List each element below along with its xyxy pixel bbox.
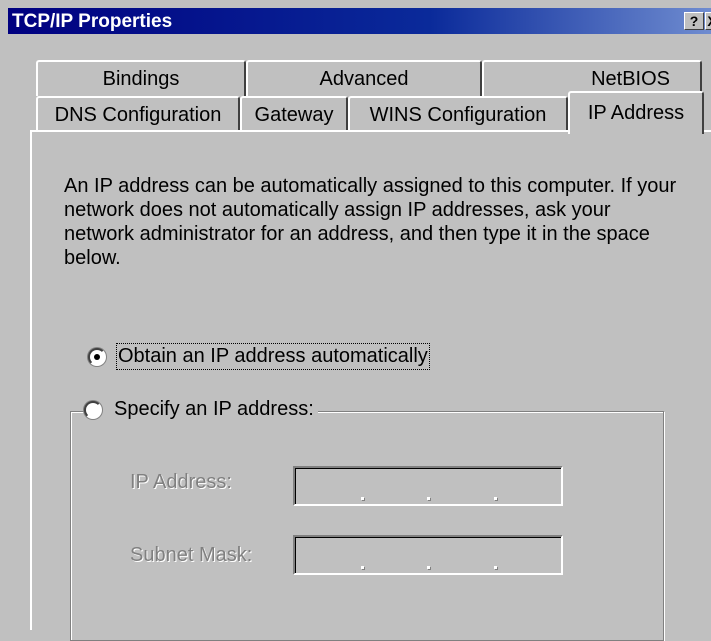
tab-bindings[interactable]: Bindings <box>36 60 246 96</box>
help-icon: ? <box>689 13 699 29</box>
specify-ip-radio[interactable] <box>84 400 102 419</box>
window-title: TCP/IP Properties <box>12 11 173 32</box>
ip-octet-3[interactable] <box>428 468 497 504</box>
specify-ip-option[interactable]: Specify an IP address: <box>84 398 318 421</box>
tab-label: NetBIOS <box>591 67 670 90</box>
tab-label: WINS Configuration <box>369 103 547 126</box>
tab-label: IP Address <box>587 102 685 124</box>
tcpip-properties-dialog: TCP/IP Properties ? X Bindings Advanced … <box>0 0 711 641</box>
close-icon: X <box>707 13 711 29</box>
tab-label: Bindings <box>102 67 180 90</box>
obtain-ip-radio[interactable] <box>88 347 106 366</box>
mask-octet-4[interactable] <box>495 537 562 573</box>
tab-wins-configuration[interactable]: WINS Configuration <box>348 96 568 132</box>
ip-address-field[interactable] <box>293 466 563 506</box>
tab-ip-address[interactable]: IP Address <box>568 91 704 134</box>
title-bar[interactable]: TCP/IP Properties ? X <box>8 8 711 34</box>
obtain-ip-automatically-option[interactable]: Obtain an IP address automatically <box>88 343 430 370</box>
tab-label: Gateway <box>254 103 334 126</box>
mask-octet-1[interactable] <box>295 537 364 573</box>
mask-octet-2[interactable] <box>362 537 430 573</box>
tab-label: DNS Configuration <box>54 103 222 126</box>
close-button[interactable]: X <box>705 12 711 30</box>
specify-ip-label: Specify an IP address: <box>114 398 314 420</box>
subnet-mask-field[interactable] <box>293 535 563 575</box>
ip-octet-1[interactable] <box>295 468 364 504</box>
help-button[interactable]: ? <box>684 12 704 30</box>
obtain-ip-label: Obtain an IP address automatically <box>116 343 430 370</box>
tab-gateway[interactable]: Gateway <box>240 96 348 132</box>
mask-octet-3[interactable] <box>428 537 497 573</box>
subnet-mask-label: Subnet Mask: <box>130 544 253 566</box>
description-text: An IP address can be automatically assig… <box>64 175 677 269</box>
ip-octet-2[interactable] <box>362 468 430 504</box>
tab-dns-configuration[interactable]: DNS Configuration <box>36 96 240 132</box>
tab-label: Advanced <box>319 67 409 90</box>
specify-ip-groupbox <box>70 411 664 641</box>
tab-advanced[interactable]: Advanced <box>246 60 482 96</box>
ip-octet-4[interactable] <box>495 468 562 504</box>
ip-address-label: IP Address: <box>130 471 232 493</box>
